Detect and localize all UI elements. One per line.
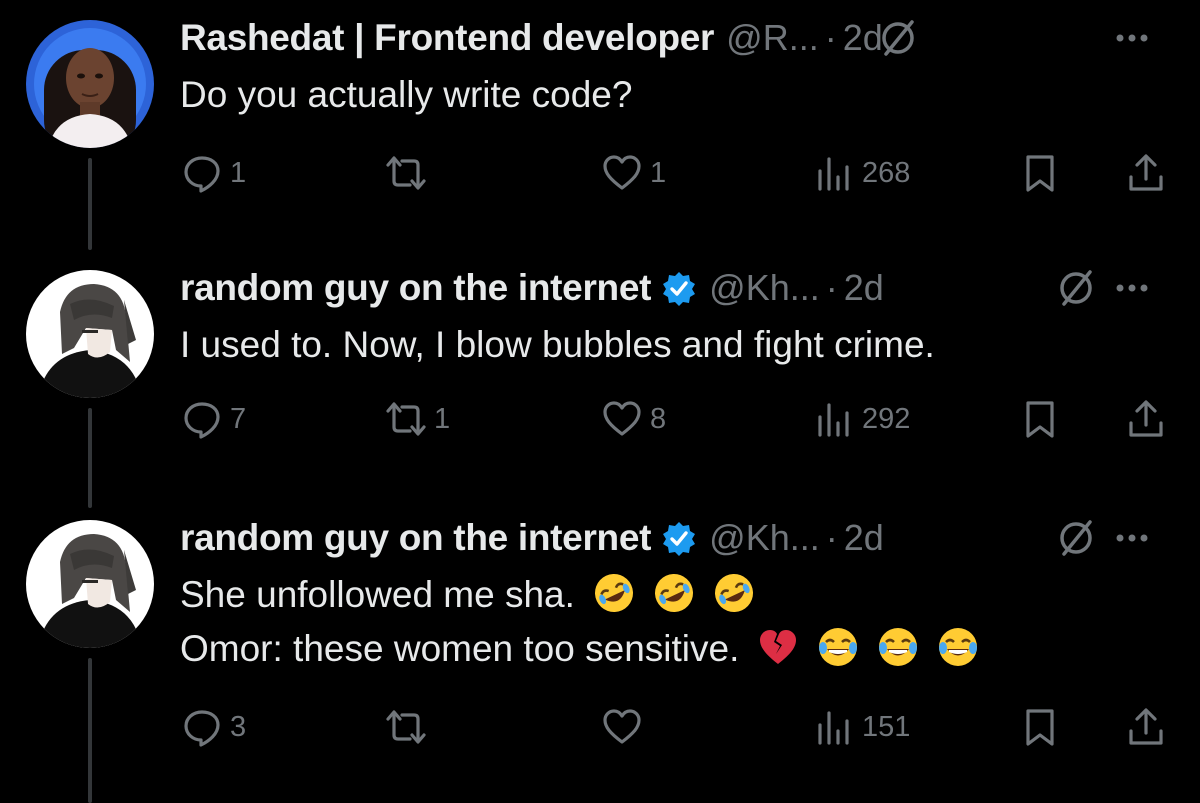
retweet-button[interactable]	[384, 702, 434, 752]
tweet-text-line: She unfollowed me sha.	[180, 568, 1180, 622]
tweet-actions: 1 1 268	[180, 148, 1180, 198]
share-button[interactable]	[1124, 394, 1168, 444]
view-count: 151	[862, 710, 911, 743]
like-count: 8	[650, 402, 667, 435]
tweet-text-line: Omor: these women too sensitive.	[180, 622, 1180, 676]
retweet-button[interactable]	[384, 148, 434, 198]
share-icon	[1129, 708, 1163, 745]
share-button[interactable]	[1124, 702, 1168, 752]
face-with-tears-of-joy-emoji	[879, 628, 918, 666]
view-count: 292	[862, 402, 911, 435]
views-icon	[818, 157, 849, 191]
author-name[interactable]: Rashedat | Frontend developer	[180, 17, 714, 59]
tweet-actions: 3 151	[180, 702, 1180, 752]
author-handle[interactable]: @Kh...	[709, 517, 820, 559]
tweet-text: Do you actually write code?	[180, 68, 1180, 122]
timestamp[interactable]: 2d	[844, 517, 884, 559]
retweet-button[interactable]: 1	[384, 394, 450, 444]
bookmark-button[interactable]	[1018, 148, 1062, 198]
more-icon[interactable]	[1112, 270, 1152, 306]
grok-icon[interactable]	[1056, 268, 1096, 308]
bookmark-icon	[1026, 155, 1054, 192]
tweet-text-line: Do you actually write code?	[180, 74, 633, 115]
views-button[interactable]: 268	[812, 148, 910, 198]
rolling-on-floor-laughing-emoji	[654, 574, 693, 612]
reply-button[interactable]: 3	[180, 702, 246, 752]
avatar[interactable]	[26, 270, 154, 398]
bookmark-icon	[1026, 709, 1054, 746]
share-icon	[1129, 154, 1163, 191]
separator-dot: ·	[825, 267, 838, 308]
rolling-on-floor-laughing-emoji	[594, 574, 633, 612]
grok-icon[interactable]	[1056, 518, 1096, 558]
retweet-count: 1	[434, 402, 451, 435]
bookmark-button[interactable]	[1018, 394, 1062, 444]
views-button[interactable]: 151	[812, 702, 910, 752]
share-icon	[1129, 400, 1163, 437]
views-button[interactable]: 292	[812, 394, 910, 444]
author-name[interactable]: random guy on the internet	[180, 517, 651, 559]
tweet[interactable]: random guy on the internet @Kh... · 2d I…	[0, 258, 1200, 458]
like-count: 1	[650, 156, 667, 189]
heart-icon	[603, 709, 641, 744]
tweet[interactable]: Rashedat | Frontend developer @R... · 2d…	[0, 8, 1200, 208]
broken-heart-emoji	[760, 630, 797, 664]
avatar[interactable]	[26, 20, 154, 148]
retweet-icon	[386, 156, 426, 190]
like-button[interactable]: 1	[600, 148, 666, 198]
separator-dot: ·	[824, 17, 837, 58]
verified-badge-icon	[663, 272, 696, 306]
more-icon[interactable]	[1112, 20, 1152, 56]
timestamp[interactable]: 2d	[844, 267, 884, 309]
tweet-actions: 7 1 8 292	[180, 394, 1180, 444]
retweet-icon	[386, 710, 426, 744]
reply-icon	[184, 156, 220, 193]
reply-button[interactable]: 7	[180, 394, 246, 444]
tweet-header: Rashedat | Frontend developer @R... · 2d	[180, 8, 1180, 68]
reply-count: 3	[230, 710, 247, 743]
reply-count: 1	[230, 156, 247, 189]
like-button[interactable]	[600, 702, 650, 752]
bookmark-button[interactable]	[1018, 702, 1062, 752]
rolling-on-floor-laughing-emoji	[714, 574, 753, 612]
bookmark-icon	[1026, 401, 1054, 438]
author-handle[interactable]: @Kh...	[709, 267, 820, 309]
author-handle[interactable]: @R...	[726, 17, 819, 59]
author-name[interactable]: random guy on the internet	[180, 267, 651, 309]
tweet-text: I used to. Now, I blow bubbles and fight…	[180, 318, 1180, 372]
retweet-icon	[386, 402, 426, 436]
more-icon[interactable]	[1112, 520, 1152, 556]
reply-count: 7	[230, 402, 247, 435]
tweet-text-line-1: She unfollowed me sha.	[180, 574, 575, 615]
timestamp[interactable]: 2d	[843, 17, 883, 59]
tweet-text-line: I used to. Now, I blow bubbles and fight…	[180, 324, 935, 365]
tweet-header: random guy on the internet @Kh... · 2d	[180, 258, 1180, 318]
tweet-text: She unfollowed me sha. Omor: these women…	[180, 568, 1180, 676]
tweet-header: random guy on the internet @Kh... · 2d	[180, 508, 1180, 568]
separator-dot: ·	[825, 517, 838, 558]
face-with-tears-of-joy-emoji	[819, 628, 858, 666]
heart-icon	[603, 155, 641, 190]
like-button[interactable]: 8	[600, 394, 666, 444]
reply-button[interactable]: 1	[180, 148, 246, 198]
avatar[interactable]	[26, 520, 154, 648]
face-with-tears-of-joy-emoji	[939, 628, 978, 666]
verified-badge-icon	[663, 522, 696, 556]
grok-icon[interactable]	[878, 18, 918, 58]
share-button[interactable]	[1124, 148, 1168, 198]
tweet-text-line-2: Omor: these women too sensitive.	[180, 628, 740, 669]
tweet[interactable]: random guy on the internet @Kh... · 2d S…	[0, 508, 1200, 803]
reply-icon	[184, 402, 220, 439]
views-icon	[818, 711, 849, 745]
view-count: 268	[862, 156, 911, 189]
heart-icon	[603, 401, 641, 436]
views-icon	[818, 403, 849, 437]
reply-icon	[184, 710, 220, 747]
